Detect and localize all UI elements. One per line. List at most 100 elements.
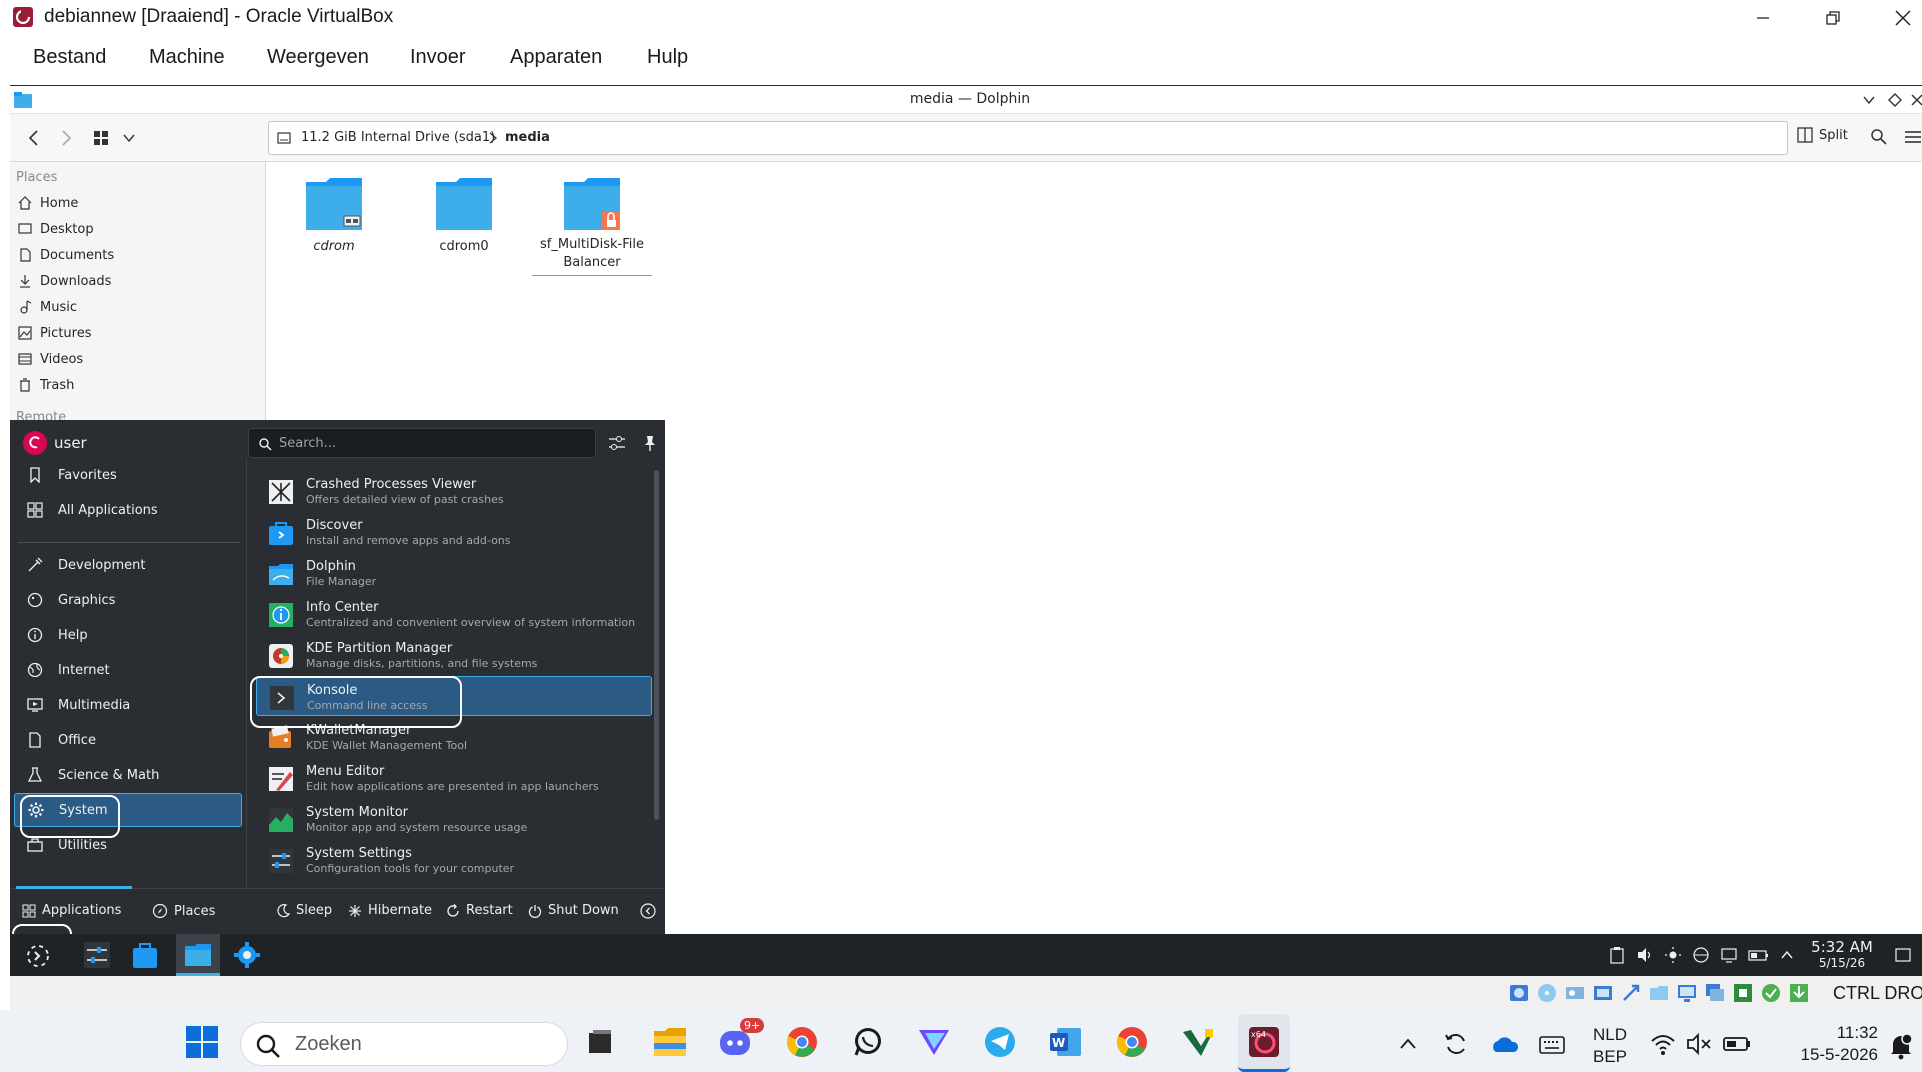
telegram-icon[interactable] (980, 1022, 1020, 1062)
file-explorer-icon[interactable] (650, 1022, 690, 1062)
chrome-icon[interactable] (1112, 1022, 1152, 1062)
chrome-icon[interactable] (782, 1022, 822, 1062)
proton-vpn-icon[interactable] (914, 1022, 954, 1062)
hamburger-menu-icon[interactable] (1904, 129, 1922, 145)
usb-icon[interactable] (1620, 982, 1642, 1004)
back-icon[interactable] (24, 128, 44, 148)
place-music[interactable]: Music (16, 296, 256, 318)
hard-disk-icon[interactable] (1508, 982, 1530, 1004)
breadcrumb-current[interactable]: media (505, 130, 550, 145)
menu-bestand[interactable]: Bestand (33, 46, 106, 69)
app-system-settings[interactable]: System Settings Configuration tools for … (256, 840, 652, 880)
category-graphics[interactable]: Graphics (14, 583, 244, 617)
chevron-left-circle-icon[interactable] (640, 903, 656, 919)
configure-icon[interactable] (608, 434, 626, 452)
menu-weergeven[interactable]: Weergeven (267, 46, 369, 69)
keep-above-icon[interactable] (1888, 93, 1902, 107)
close-button[interactable] (1868, 2, 1922, 34)
gear-icon[interactable] (232, 940, 262, 970)
discover-app-icon[interactable] (130, 940, 160, 970)
whatsapp-icon[interactable] (848, 1022, 888, 1062)
virtualbox-task-button[interactable]: x64 (1238, 1014, 1290, 1072)
category-office[interactable]: Office (14, 723, 244, 757)
minimize-button[interactable] (1728, 2, 1798, 34)
category-multimedia[interactable]: Multimedia (14, 688, 244, 722)
tab-places[interactable]: Places (152, 903, 215, 919)
panel-clock[interactable]: 5:32 AM 5/15/26 (1810, 939, 1874, 971)
hibernate-button[interactable]: Hibernate (348, 903, 432, 918)
optical-drive-icon[interactable] (1536, 982, 1558, 1004)
forward-icon[interactable] (56, 128, 76, 148)
category-internet[interactable]: Internet (14, 653, 244, 687)
app-info-center[interactable]: Info Center Centralized and convenient o… (256, 594, 652, 634)
place-desktop[interactable]: Desktop (16, 218, 256, 240)
download-icon[interactable] (1788, 982, 1810, 1004)
guest-additions-icon[interactable] (1760, 982, 1782, 1004)
windows-start-icon[interactable] (182, 1022, 222, 1062)
pin-icon[interactable] (642, 434, 658, 452)
sync-icon[interactable] (1442, 1030, 1470, 1058)
app-kde-partition-manager[interactable]: KDE Partition Manager Manage disks, part… (256, 635, 652, 675)
network-icon[interactable] (1692, 946, 1710, 964)
chevron-up-icon[interactable] (1398, 1034, 1418, 1054)
app-discover[interactable]: Discover Install and remove apps and add… (256, 512, 652, 552)
cpu-icon[interactable] (1732, 982, 1754, 1004)
audio-icon[interactable] (1564, 982, 1586, 1004)
restore-button[interactable] (1798, 2, 1868, 34)
menu-invoer[interactable]: Invoer (410, 46, 466, 69)
place-trash[interactable]: Trash (16, 374, 256, 396)
menu-hulp[interactable]: Hulp (647, 46, 688, 69)
folder-item[interactable]: cdrom (274, 176, 394, 256)
scrollbar[interactable] (654, 470, 659, 820)
folder-item[interactable]: sf_MultiDisk-File Balancer (532, 176, 652, 276)
brightness-icon[interactable] (1664, 946, 1682, 964)
view-mode-icon[interactable] (92, 129, 110, 147)
close-icon[interactable] (1910, 93, 1922, 107)
category-science-math[interactable]: Science & Math (14, 758, 244, 792)
category-all-applications[interactable]: All Applications (14, 493, 244, 527)
restart-button[interactable]: Restart (446, 903, 513, 918)
debian-user-avatar[interactable] (22, 430, 48, 456)
windows-clock[interactable]: 11:32 15-5-2026 (1790, 1022, 1878, 1066)
launcher-button[interactable] (20, 938, 56, 974)
category-favorites[interactable]: Favorites (14, 458, 244, 492)
place-pictures[interactable]: Pictures (16, 322, 256, 344)
app-dolphin[interactable]: Dolphin File Manager (256, 553, 652, 593)
volume-icon[interactable] (1636, 946, 1654, 964)
windows-search-box[interactable]: Zoeken (240, 1022, 568, 1066)
input-language[interactable]: NLD BEP (1588, 1024, 1632, 1068)
task-view-icon[interactable] (580, 1022, 620, 1062)
category-help[interactable]: Help (14, 618, 244, 652)
search-input[interactable]: Search... (248, 428, 596, 458)
onedrive-icon[interactable] (1490, 1032, 1520, 1056)
search-icon[interactable] (1870, 128, 1888, 146)
network-adapter-icon[interactable] (1592, 982, 1614, 1004)
chevron-up-icon[interactable] (1780, 946, 1794, 964)
vscode-icon[interactable] (1178, 1022, 1218, 1062)
notification-bell-icon[interactable] (1888, 1032, 1914, 1060)
menu-apparaten[interactable]: Apparaten (510, 46, 602, 69)
folder-item[interactable]: cdrom0 (404, 176, 524, 256)
place-downloads[interactable]: Downloads (16, 270, 256, 292)
shutdown-button[interactable]: Shut Down (528, 903, 619, 918)
split-button[interactable]: Split (1797, 127, 1848, 143)
chevron-down-icon[interactable] (122, 131, 136, 145)
sleep-button[interactable]: Sleep (276, 903, 332, 918)
chevron-down-icon[interactable] (1862, 93, 1876, 107)
settings-app-icon[interactable] (82, 940, 112, 970)
place-videos[interactable]: Videos (16, 348, 256, 370)
menu-machine[interactable]: Machine (149, 46, 225, 69)
quick-settings[interactable] (1650, 1032, 1752, 1056)
display-icon[interactable] (1676, 982, 1698, 1004)
tab-applications[interactable]: Applications (22, 903, 121, 918)
place-home[interactable]: Home (16, 192, 256, 214)
show-desktop-icon[interactable] (1894, 946, 1912, 964)
dolphin-task-button[interactable] (176, 934, 220, 976)
category-development[interactable]: Development (14, 548, 244, 582)
place-documents[interactable]: Documents (16, 244, 256, 266)
keyboard-icon[interactable] (1538, 1034, 1566, 1056)
word-icon[interactable]: W (1046, 1022, 1086, 1062)
display-icon[interactable] (1720, 946, 1738, 964)
battery-icon[interactable] (1748, 946, 1770, 964)
shared-folder-icon[interactable] (1648, 982, 1670, 1004)
